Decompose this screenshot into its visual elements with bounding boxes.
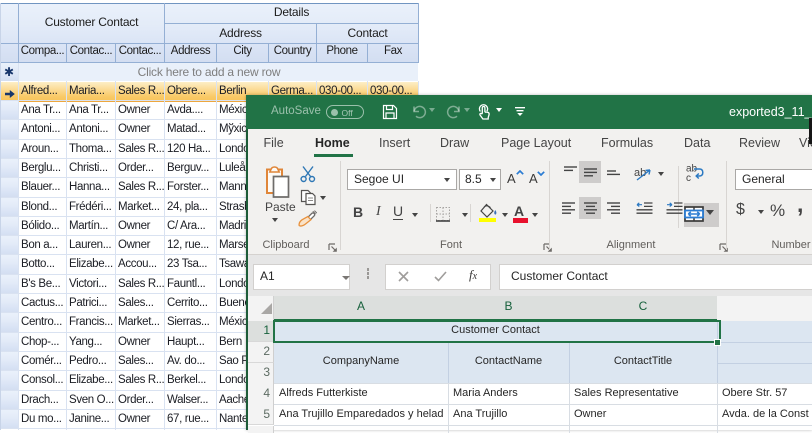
svg-text:c: c (686, 173, 691, 182)
